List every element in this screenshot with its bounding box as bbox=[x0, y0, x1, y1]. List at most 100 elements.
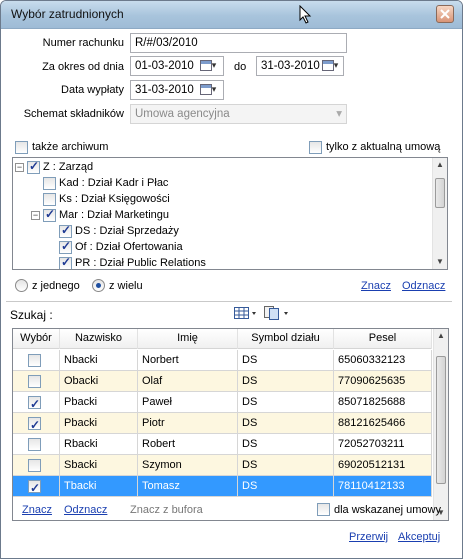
copy-button[interactable] bbox=[264, 306, 290, 323]
tree-node[interactable]: DS : Dział Sprzedaży bbox=[47, 223, 179, 239]
cell-select[interactable] bbox=[13, 350, 60, 370]
table-row[interactable]: Nbacki Norbert DS 65060332123 bbox=[13, 350, 432, 371]
tree-node-checkbox[interactable] bbox=[59, 239, 72, 254]
cell-dept: DS bbox=[238, 350, 334, 370]
col-header-pesel[interactable]: Pesel bbox=[334, 329, 432, 349]
payout-date-value: 31-03-2010 bbox=[135, 84, 194, 96]
copy-icon bbox=[264, 306, 288, 320]
calendar-icon bbox=[321, 60, 334, 71]
col-header-dept[interactable]: Symbol działu bbox=[238, 329, 334, 349]
tree-node-checkbox[interactable] bbox=[59, 255, 72, 269]
table-row[interactable]: TbackiTomaszDS78110412133 bbox=[13, 476, 432, 497]
tree-node-label: DS : Dział Sprzedaży bbox=[75, 225, 179, 237]
grid-mark-link[interactable]: Znacz bbox=[22, 504, 52, 516]
cell-name: Robert bbox=[138, 434, 238, 454]
cell-dept: DS bbox=[238, 476, 334, 496]
table-row[interactable]: PbackiPawełDS85071825688 bbox=[13, 392, 432, 413]
row-select-checkbox[interactable] bbox=[28, 415, 41, 433]
table-row[interactable]: Obacki Olaf DS 77090625635 bbox=[13, 371, 432, 392]
tree-node-label: Mar : Dział Marketingu bbox=[59, 209, 170, 221]
cell-select[interactable] bbox=[13, 392, 60, 412]
tree-node[interactable]: PR : Dział Public Relations bbox=[47, 255, 206, 269]
current-contract-checkbox[interactable] bbox=[309, 141, 322, 154]
table-row[interactable]: Rbacki Robert DS 72052703211 bbox=[13, 434, 432, 455]
tree-node[interactable]: Ks : Dział Księgowości bbox=[31, 191, 170, 207]
cell-pesel: 72052703211 bbox=[334, 434, 432, 454]
tree-node-checkbox[interactable] bbox=[59, 223, 72, 238]
tree-node-checkbox[interactable] bbox=[43, 207, 56, 222]
close-button[interactable] bbox=[436, 5, 454, 23]
selected-contract-checkbox[interactable] bbox=[317, 503, 330, 516]
calendar-icon bbox=[199, 84, 212, 95]
row-select-checkbox[interactable] bbox=[28, 354, 41, 367]
grid-scrollbar[interactable]: ▲ ▼ bbox=[433, 329, 448, 520]
tree-node[interactable]: Of : Dział Ofertowania bbox=[47, 239, 183, 255]
row-select-checkbox[interactable] bbox=[28, 394, 41, 412]
window-title: Wybór zatrudnionych bbox=[11, 7, 124, 21]
mark-from-buffer-link[interactable]: Znacz z bufora bbox=[130, 504, 203, 516]
archive-label: także archiwum bbox=[32, 141, 109, 153]
col-header-surname[interactable]: Nazwisko bbox=[60, 329, 138, 349]
scroll-up-icon[interactable]: ▲ bbox=[433, 158, 447, 172]
col-header-select[interactable]: Wybór bbox=[13, 329, 60, 349]
multi-radio[interactable] bbox=[92, 279, 105, 292]
cell-select[interactable] bbox=[13, 476, 60, 496]
tree-node-label: Ks : Dział Księgowości bbox=[59, 193, 170, 205]
cell-surname: Rbacki bbox=[60, 434, 138, 454]
cell-pesel: 78110412133 bbox=[334, 476, 432, 496]
row-select-checkbox[interactable] bbox=[28, 375, 41, 388]
cell-name: Norbert bbox=[138, 350, 238, 370]
accept-button[interactable]: Akceptuj bbox=[398, 531, 440, 543]
scroll-up-icon[interactable]: ▲ bbox=[434, 329, 448, 343]
cell-pesel: 85071825688 bbox=[334, 392, 432, 412]
tree-node[interactable]: − Z : Zarząd bbox=[15, 159, 93, 175]
cell-dept: DS bbox=[238, 371, 334, 391]
cell-name: Olaf bbox=[138, 371, 238, 391]
single-label: z jednego bbox=[32, 280, 80, 292]
tree-node-label: PR : Dział Public Relations bbox=[75, 257, 206, 269]
department-tree[interactable]: − Z : Zarząd Kad : Dział Kadr i Płac Ks : D… bbox=[12, 157, 448, 270]
archive-checkbox[interactable] bbox=[15, 141, 28, 154]
scroll-thumb[interactable] bbox=[436, 356, 446, 484]
scroll-down-icon[interactable]: ▼ bbox=[433, 255, 447, 269]
search-input[interactable] bbox=[64, 305, 224, 322]
cancel-button[interactable]: Przerwij bbox=[349, 531, 388, 543]
collapse-icon[interactable]: − bbox=[15, 162, 24, 172]
grid-layout-button[interactable] bbox=[234, 307, 258, 322]
scroll-thumb[interactable] bbox=[435, 178, 445, 208]
tree-node[interactable]: Kad : Dział Kadr i Płac bbox=[31, 175, 168, 191]
period-to-label: do bbox=[234, 61, 247, 73]
row-select-checkbox[interactable] bbox=[28, 459, 41, 472]
employee-grid[interactable]: Wybór Nazwisko Imię Symbol działu Pesel … bbox=[12, 328, 449, 521]
table-row[interactable]: PbackiPiotrDS88121625466 bbox=[13, 413, 432, 434]
tree-node[interactable]: − Mar : Dział Marketingu bbox=[31, 207, 169, 223]
cell-select[interactable] bbox=[13, 455, 60, 475]
period-to-calendar-button[interactable]: ▾ bbox=[320, 58, 340, 73]
account-input[interactable]: R/#/03/2010 bbox=[130, 33, 347, 53]
collapse-icon[interactable]: − bbox=[31, 210, 40, 220]
payout-date-calendar-button[interactable]: ▾ bbox=[198, 82, 218, 97]
cell-select[interactable] bbox=[13, 434, 60, 454]
calendar-icon bbox=[199, 60, 212, 71]
col-header-name[interactable]: Imię bbox=[138, 329, 238, 349]
tree-unmark-link[interactable]: Odznacz bbox=[402, 280, 445, 292]
payout-date-label: Data wypłaty bbox=[61, 84, 124, 96]
cell-dept: DS bbox=[238, 434, 334, 454]
tree-node-checkbox[interactable] bbox=[43, 192, 56, 206]
table-row[interactable]: Sbacki Szymon DS 69020512131 bbox=[13, 455, 432, 476]
cell-select[interactable] bbox=[13, 413, 60, 433]
single-radio[interactable] bbox=[15, 279, 28, 292]
tree-node-checkbox[interactable] bbox=[43, 176, 56, 190]
title-bar[interactable]: Wybór zatrudnionych bbox=[1, 1, 462, 29]
row-select-checkbox[interactable] bbox=[28, 478, 41, 496]
cell-select[interactable] bbox=[13, 371, 60, 391]
tree-mark-link[interactable]: Znacz bbox=[361, 280, 391, 292]
cell-name: Szymon bbox=[138, 455, 238, 475]
tree-node-checkbox[interactable] bbox=[27, 159, 40, 174]
row-select-checkbox[interactable] bbox=[28, 438, 41, 451]
period-from-calendar-button[interactable]: ▾ bbox=[198, 58, 218, 73]
grid-unmark-link[interactable]: Odznacz bbox=[64, 504, 107, 516]
chevron-down-icon: ▾ bbox=[211, 84, 217, 94]
tree-scrollbar[interactable]: ▲ ▼ bbox=[432, 158, 447, 269]
